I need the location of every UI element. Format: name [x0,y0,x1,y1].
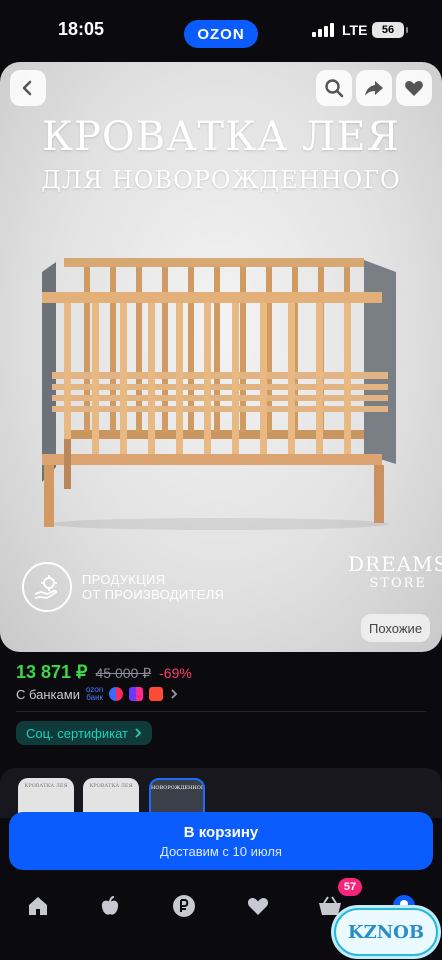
bank-logo-icon [109,687,124,701]
share-button[interactable] [356,70,392,106]
back-button[interactable] [10,70,46,106]
add-to-cart-label: В корзину [183,823,259,841]
clock-time: 18:05 [58,19,105,39]
app-pill-ozon[interactable]: OZON [184,20,258,48]
ozon-bank-line2: банк [86,693,104,702]
heart-icon [405,81,423,96]
status-bar: 18:05 OZON LTE 56 [0,0,442,60]
store-logo-line2: STORE [369,576,427,591]
social-certificate-chip[interactable]: Соц. сертификат [16,721,153,745]
image-headline-subtitle: ДЛЯ НОВОРОЖДЕННОГО [41,166,401,194]
banks-row[interactable]: С банками ozon банк [16,686,179,702]
cart-count-badge: 57 [338,878,362,896]
nav-favorites[interactable] [240,888,276,924]
signal-strength-icon [312,23,334,37]
nav-finance[interactable] [166,888,202,924]
add-to-cart-button[interactable]: В корзину Доставим с 10 июля [9,812,433,870]
search-button[interactable] [316,70,352,106]
variant-caption: КРОВАТКА ЛЕЯ [89,783,133,789]
price-row: 13 871 ₽ 45 000 ₽ -69% [16,662,192,683]
producer-badge: ПРОДУКЦИЯ ОТ ПРОИЗВОДИТЕЛЯ [22,562,224,612]
similar-products-button[interactable]: Похожие [361,614,431,642]
favorites-heart-icon [247,898,269,915]
variant-caption: КРОВАТКА ЛЕЯ [24,783,68,789]
bank-logo-icon [129,687,144,701]
crib-illustration [42,258,396,530]
store-logo: DREAMS STORE [348,552,442,591]
delivery-date-text: Доставим с 10 июля [160,843,282,859]
home-icon [29,897,47,915]
variant-caption: НОВОРОЖДЕННОГО [151,785,205,791]
ruble-icon [173,895,195,917]
nav-fresh[interactable] [92,888,128,924]
product-image-gallery[interactable]: КРОВАТКА ЛЕЯ ДЛЯ НОВОРОЖДЕННОГО ПРОДУКЦИ… [0,62,442,652]
search-icon [325,79,344,98]
share-icon [365,81,383,96]
fresh-apple-icon [101,896,119,915]
favorite-button[interactable] [396,70,432,106]
gear-hand-icon [22,562,72,612]
social-certificate-label: Соц. сертификат [26,725,129,741]
store-logo-line1: DREAMS [348,552,442,576]
chevron-right-icon [171,689,178,699]
current-price: 13 871 ₽ [16,662,88,682]
old-price: 45 000 ₽ [95,665,152,681]
watermark-logo: KZNOB [334,908,438,956]
cart-basket-icon [319,896,341,915]
network-type: LTE [342,22,368,38]
nav-home[interactable] [20,888,56,924]
back-arrow-icon [22,80,32,96]
battery-icon: 56 [372,22,408,38]
divider [16,711,426,712]
variant-selector: КРОВАТКА ЛЕЯ КРОВАТКА ЛЕЯ НОВОРОЖДЕННОГО [0,768,442,818]
discount-badge: -69% [159,665,192,681]
chevron-right-icon [135,728,142,738]
producer-badge-line2: ОТ ПРОИЗВОДИТЕЛЯ [82,587,225,602]
producer-badge-line1: ПРОДУКЦИЯ [82,572,166,587]
ozon-bank-logo: ozon банк [86,686,103,702]
banks-label: С банками [16,686,80,702]
bank-logo-icon [149,687,164,701]
image-headline-title: КРОВАТКА ЛЕЯ [42,114,400,160]
